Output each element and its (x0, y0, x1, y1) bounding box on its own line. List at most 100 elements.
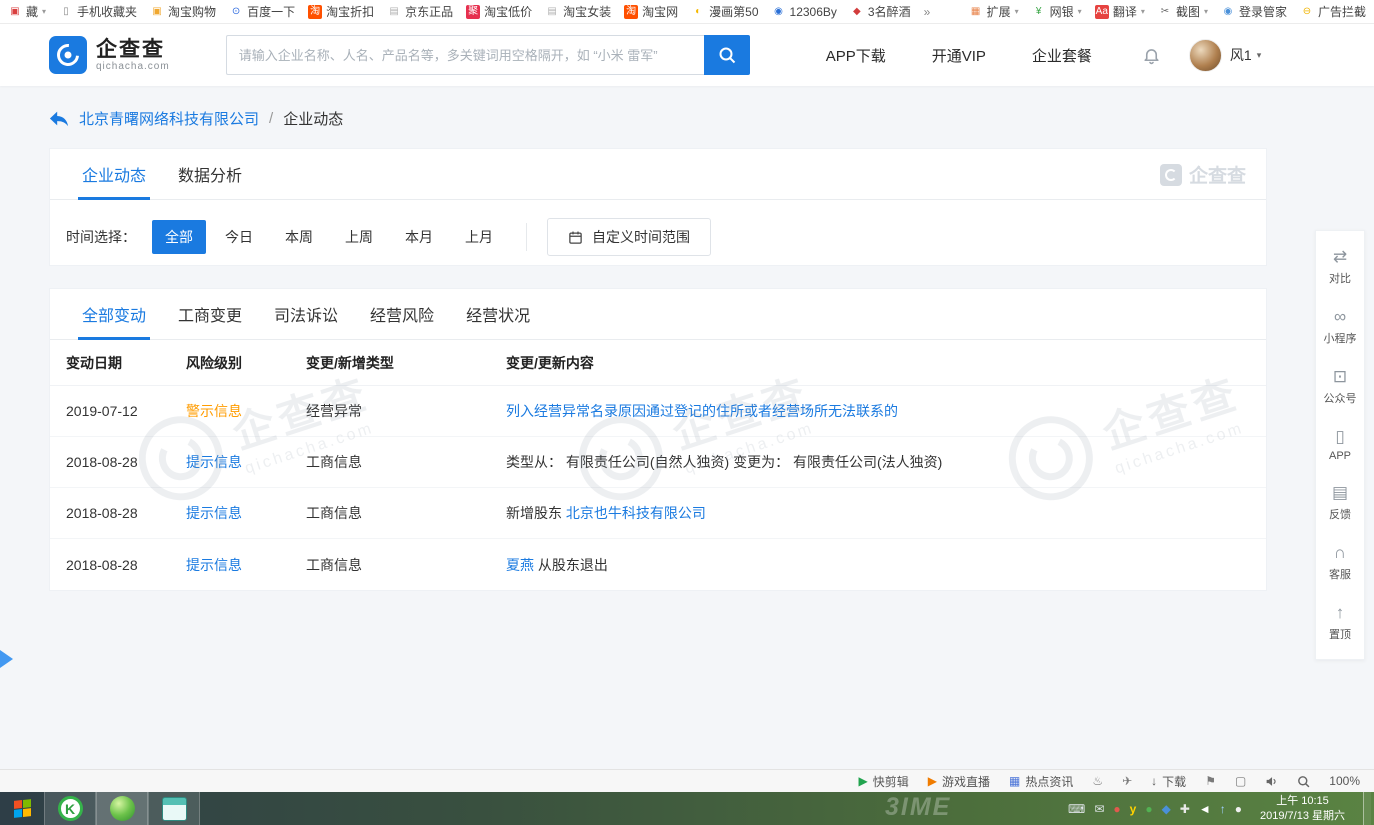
tab-business-changes[interactable]: 工商变更 (162, 289, 258, 339)
netbank-menu[interactable]: ¥ 网银 ▾ (1032, 3, 1082, 20)
ad-block-label: 广告拦截 (1317, 5, 1366, 19)
volume-tray-icon[interactable]: ◄ (1199, 803, 1211, 815)
show-desktop-button[interactable] (1363, 792, 1371, 825)
wallpaper-text: 3IME (885, 793, 952, 821)
time-option-last-week[interactable]: 上周 (332, 220, 386, 254)
sidebar-item-label: 反馈 (1329, 509, 1351, 521)
bookmark-icon: 淘 (308, 4, 323, 19)
right-toolbar: ⇄ 对比 ∞ 小程序 ⊡ 公众号 ▯ APP ▤ 反馈 ∩ 客服 ↑ 置顶 (1315, 230, 1365, 660)
ad-block-button[interactable]: ⊖ 广告拦截 (1300, 3, 1366, 20)
search-box (225, 35, 750, 75)
sidebar-item-back-to-top[interactable]: ↑ 置顶 (1316, 593, 1364, 653)
notification-bell-button[interactable] (1142, 46, 1161, 65)
tray-icon[interactable]: ● (1235, 803, 1242, 815)
table-row: 2019-07-12 警示信息 经营异常 列入经营异常名录原因通过登记的住所或者… (50, 386, 1266, 437)
content-link[interactable]: 夏燕 (506, 557, 534, 573)
bookmark-item[interactable]: ◉ 12306By (772, 5, 837, 19)
bookmark-item[interactable]: 聚淘宝低价 (466, 3, 532, 20)
user-name: 风1 (1229, 47, 1252, 63)
col-header-risk: 风险级别 (186, 354, 242, 371)
bookmark-item[interactable]: ◐ 漫画第50 (691, 3, 758, 20)
chevron-down-icon: ▾ (1140, 7, 1145, 16)
tray-icon[interactable]: ✉ (1094, 803, 1104, 815)
custom-date-range-button[interactable]: 自定义时间范围 (547, 218, 711, 256)
login-manager-button[interactable]: ◉ 登录管家 (1221, 3, 1287, 20)
sidebar-item-service[interactable]: ∩ 客服 (1316, 533, 1364, 593)
sidebar-item-feedback[interactable]: ▤ 反馈 (1316, 473, 1364, 533)
time-option-last-month[interactable]: 上月 (452, 220, 506, 254)
flag-button[interactable]: ⚑ (1205, 775, 1216, 787)
nav-open-vip[interactable]: 开通VIP (932, 45, 986, 66)
tray-icon[interactable]: ⌨ (1068, 803, 1085, 815)
tray-icon[interactable]: ● (1145, 803, 1152, 815)
tab-operation-risk[interactable]: 经营风险 (354, 289, 450, 339)
time-option-all[interactable]: 全部 (152, 220, 206, 254)
content-link[interactable]: 北京也牛科技有限公司 (566, 505, 706, 521)
taskbar-app-window[interactable] (148, 792, 200, 825)
taskbar-app-browser[interactable] (96, 792, 148, 825)
tab-judicial-litigation[interactable]: 司法诉讼 (258, 289, 354, 339)
time-option-this-week[interactable]: 本周 (272, 220, 326, 254)
translate-menu[interactable]: Aa 翻译 ▾ (1094, 3, 1145, 20)
translate-icon: Aa (1094, 4, 1109, 19)
breadcrumb-company-link[interactable]: 北京青曙网络科技有限公司 (79, 108, 259, 129)
sidebar-item-official-account[interactable]: ⊡ 公众号 (1316, 357, 1364, 417)
tray-icon[interactable]: ◆ (1162, 803, 1171, 815)
side-panel-expand-arrow[interactable] (0, 650, 13, 668)
bookmarks-overflow-button[interactable]: » (924, 5, 931, 19)
content-link[interactable]: 列入经营异常名录原因通过登记的住所或者经营场所无法联系的 (506, 403, 898, 419)
taskbar-app-k-browser[interactable]: K (44, 792, 96, 825)
nav-app-download[interactable]: APP下载 (826, 45, 886, 66)
zoom-button[interactable] (1297, 775, 1310, 788)
tray-icon[interactable]: ✚ (1180, 803, 1190, 815)
tab-company-dynamics[interactable]: 企业动态 (66, 149, 162, 200)
start-button[interactable] (0, 792, 44, 825)
extension-menu[interactable]: ▦ 扩展 ▾ (969, 3, 1019, 20)
tray-icon[interactable]: ↑ (1220, 803, 1226, 815)
download-button[interactable]: ↓ 下载 (1151, 773, 1186, 790)
sidebar-item-compare[interactable]: ⇄ 对比 (1316, 237, 1364, 297)
bookmark-item[interactable]: ⊙ 百度一下 (229, 3, 295, 20)
bookmark-item[interactable]: ▤ 京东正品 (387, 3, 453, 20)
bookmark-item[interactable]: ▣ 淘宝购物 (150, 3, 216, 20)
feedback-icon: ▤ (1331, 483, 1349, 502)
bookmark-item[interactable]: 淘淘宝网 (624, 3, 678, 20)
tab-all-changes[interactable]: 全部变动 (66, 289, 162, 340)
search-input[interactable] (225, 35, 704, 75)
sidebar-item-miniprogram[interactable]: ∞ 小程序 (1316, 297, 1364, 357)
time-option-this-month[interactable]: 本月 (392, 220, 446, 254)
window-button[interactable]: ▢ (1235, 775, 1246, 787)
tab-operation-status[interactable]: 经营状况 (450, 289, 546, 339)
qichacha-logo[interactable]: 企查查 qichacha.com (49, 36, 170, 74)
mute-button[interactable] (1265, 775, 1278, 788)
bookmark-icon: ◆ (853, 5, 861, 17)
nav-enterprise-plan[interactable]: 企业套餐 (1032, 45, 1092, 66)
tray-icon[interactable]: ● (1113, 803, 1120, 815)
time-option-today[interactable]: 今日 (212, 220, 266, 254)
tray-icon[interactable]: y (1130, 803, 1137, 815)
hot-news-button[interactable]: ▦ 热点资讯 (1009, 773, 1073, 790)
bookmark-item[interactable]: ▯ 手机收藏夹 (59, 3, 137, 20)
tool-button[interactable]: ✈ (1122, 775, 1132, 787)
tool-button[interactable]: ♨ (1092, 775, 1103, 787)
change-type: 工商信息 (306, 454, 362, 470)
card-watermark-text: 企查查 (1188, 166, 1246, 187)
user-menu[interactable]: 风1 ▾ (1230, 45, 1261, 65)
screenshot-menu[interactable]: ✂ 截图 ▾ (1158, 3, 1208, 20)
bookmark-label: 淘宝折扣 (326, 5, 375, 19)
change-content: 新增股东 北京也牛科技有限公司 (506, 503, 1250, 523)
avatar[interactable] (1188, 38, 1222, 72)
quick-editor-button[interactable]: ▶ 快剪辑 (858, 773, 908, 790)
search-button[interactable] (703, 35, 750, 75)
bookmarks-fold[interactable]: ▣ 藏 ▾ (8, 3, 46, 20)
back-arrow-icon[interactable] (49, 110, 69, 127)
bell-icon (1144, 48, 1159, 64)
bookmark-item[interactable]: ◆ 3名醉酒 (850, 3, 911, 20)
game-live-button[interactable]: ▶ 游戏直播 (928, 773, 990, 790)
sidebar-item-app[interactable]: ▯ APP (1316, 417, 1364, 473)
bookmark-item[interactable]: ▤ 淘宝女装 (545, 3, 611, 20)
clock-date: 2019/7/13 星期六 (1260, 809, 1345, 822)
taskbar-clock[interactable]: 上午 10:15 2019/7/13 星期六 (1260, 794, 1345, 824)
tab-data-analysis[interactable]: 数据分析 (162, 149, 258, 199)
bookmark-item[interactable]: 淘淘宝折扣 (308, 3, 374, 20)
